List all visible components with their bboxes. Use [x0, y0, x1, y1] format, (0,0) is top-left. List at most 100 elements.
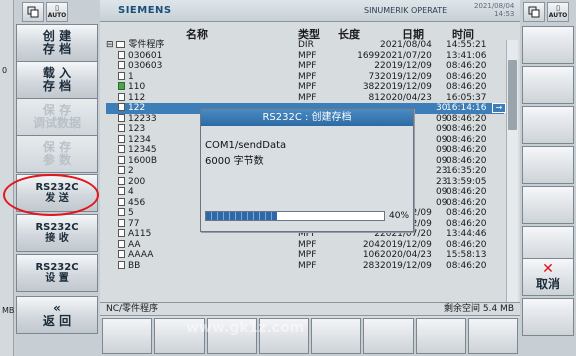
cancel-button[interactable]: ✕ 取消 [522, 258, 574, 296]
file-time: 08:46:20 [446, 197, 487, 208]
file-name-text: 4 [128, 187, 134, 197]
file-type: MPF [298, 61, 317, 71]
file-time: 13:44:46 [446, 229, 487, 239]
file-name-text: 12345 [128, 145, 157, 155]
left-softkey-6[interactable]: RS232C 设 置 [16, 254, 98, 292]
file-time: 08:46:20 [446, 124, 487, 134]
status-bar: NC/零件程序 剩余空间 5.4 MB [100, 302, 520, 316]
left-softkey-1[interactable]: 载 入 存 档 [16, 61, 98, 99]
file-name: 123 [118, 124, 145, 135]
right-softkey-column: ▯ AUTO ✕ 取消 [520, 0, 576, 356]
file-date: 2021/08/04 [380, 40, 432, 50]
file-time: 08:46:20 [446, 187, 487, 197]
window-switch-icon[interactable] [22, 2, 44, 22]
file-date: 2019/12/09 [380, 61, 432, 71]
file-row[interactable]: 110 MPF 382 2019/12/09 08:46:20 [106, 82, 504, 93]
file-time: 13:59:05 [446, 176, 487, 187]
right-softkey[interactable] [522, 26, 574, 64]
dialog-title: RS232C : 创建存档 [201, 109, 413, 126]
file-name: 12233 [118, 113, 157, 125]
file-date: 2019/12/09 [380, 260, 432, 271]
file-type: MPF [298, 239, 317, 250]
file-type: DIR [298, 40, 314, 50]
progress-fill [206, 212, 278, 220]
auto-mode-icon[interactable]: ▯ AUTO [46, 2, 68, 22]
bottom-softkey[interactable] [102, 318, 153, 354]
file-row[interactable]: BB MPF 283 2019/12/09 08:46:20 [106, 260, 504, 272]
dialog-port-text: COM1/sendData [205, 140, 287, 151]
file-row[interactable]: 112 MPF 81 2020/04/23 16:05:37 [106, 92, 504, 104]
window-switch-icon[interactable] [523, 2, 545, 22]
file-icon [118, 218, 125, 227]
file-name-text: 2 [128, 166, 134, 176]
right-softkey[interactable] [522, 66, 574, 104]
file-date: 2019/12/09 [380, 239, 432, 250]
file-time: 08:46:20 [446, 71, 487, 82]
file-date: 2019/12/09 [380, 71, 432, 82]
file-name-text: 112 [128, 92, 146, 103]
file-length: 204 [362, 239, 380, 250]
vertical-scrollbar[interactable] [506, 40, 518, 302]
file-date: 2020/04/23 [380, 92, 432, 103]
right-top-icons: ▯ AUTO [523, 2, 569, 22]
file-row[interactable]: AAAA MPF 106 2020/04/23 15:58:13 [106, 250, 504, 261]
arrow-right-icon[interactable]: → [492, 103, 506, 113]
file-icon [118, 166, 125, 174]
bottom-softkey[interactable] [363, 318, 414, 354]
directory-row[interactable]: ⊟ 零件程序 DIR 2021/08/04 14:55:21 [106, 40, 504, 51]
file-icon [118, 124, 125, 132]
file-row[interactable]: 030603 MPF 2 2019/12/09 08:46:20 [106, 61, 504, 72]
file-date: 2020/04/23 [380, 250, 432, 260]
scrollbar-thumb[interactable] [508, 60, 517, 130]
free-space: 剩余空间 5.4 MB [444, 304, 514, 314]
file-row[interactable]: 030601 MPF 1699 2021/07/20 13:41:06 [106, 50, 504, 62]
right-softkey[interactable] [522, 298, 574, 336]
file-icon [118, 61, 125, 69]
right-softkey[interactable] [522, 146, 574, 184]
file-length: 73 [368, 71, 380, 82]
left-softkey-3[interactable]: 保 存 参 数 [16, 135, 98, 173]
date-time: 2021/08/04 14:53 [474, 2, 514, 18]
header-bar: SIEMENS SINUMERIK OPERATE 2021/08/04 14:… [100, 0, 520, 22]
file-time: 08:46:20 [446, 155, 487, 166]
bottom-softkey[interactable] [415, 318, 466, 354]
file-name-text: AAAA [128, 250, 154, 260]
collapse-icon[interactable]: ⊟ [106, 40, 116, 50]
left-softkey-0[interactable]: 创 建 存 档 [16, 24, 98, 62]
file-name-text: AA [128, 239, 141, 250]
right-softkey[interactable] [522, 106, 574, 144]
file-name-text: 110 [128, 82, 146, 92]
file-icon [118, 229, 125, 237]
list-header: 名称 类型 长度 日期 时间 [106, 26, 514, 41]
left-top-icons: ▯ AUTO [22, 2, 68, 22]
auto-mode-icon[interactable]: ▯ AUTO [547, 2, 569, 22]
file-icon [118, 71, 125, 80]
left-softkey-2[interactable]: 保 存 调试数据 [16, 98, 98, 136]
file-name-text: 77 [128, 218, 140, 229]
file-icon [118, 197, 125, 206]
file-time: 15:58:13 [446, 250, 487, 260]
file-icon [118, 260, 125, 269]
file-name: 2 [118, 166, 134, 177]
file-date: 2019/12/09 [380, 82, 432, 92]
file-icon [118, 92, 125, 101]
right-softkey[interactable] [522, 186, 574, 224]
bottom-softkey[interactable] [467, 318, 518, 354]
file-name-text: 030603 [128, 61, 163, 71]
cancel-label: 取消 [535, 276, 560, 291]
file-row[interactable]: 1 MPF 73 2019/12/09 08:46:20 [106, 71, 504, 83]
file-type: MPF [298, 250, 317, 260]
bottom-softkey[interactable] [311, 318, 362, 354]
screen: 0 MB ▯ AUTO 创 建 存 档载 入 存 档保 存 调试数据保 存 参 … [0, 0, 576, 356]
file-time: 08:46:20 [446, 113, 487, 124]
file-name-text: 12233 [128, 113, 157, 124]
file-name-text: 030601 [128, 50, 163, 61]
auto-mode-label: AUTO [47, 12, 67, 19]
file-name-text: 5 [128, 208, 134, 218]
file-icon [118, 82, 125, 90]
file-date: 2021/07/20 [380, 50, 432, 61]
left-softkey-5[interactable]: RS232C 接 收 [16, 214, 98, 252]
dialog-bytes-text: 6000 字节数 [205, 156, 264, 167]
file-row[interactable]: AA MPF 204 2019/12/09 08:46:20 [106, 239, 504, 251]
left-softkey-7[interactable]: « 返 回 [16, 296, 98, 334]
